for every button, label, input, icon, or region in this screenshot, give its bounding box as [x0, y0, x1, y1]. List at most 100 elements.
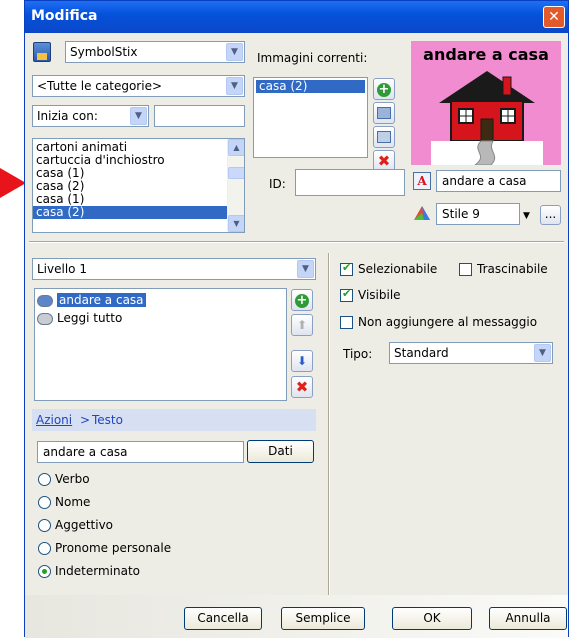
window-title: Modifica	[31, 8, 98, 24]
id-label: ID:	[269, 177, 286, 191]
symbol-preview: andare a casa	[411, 41, 561, 165]
style-select[interactable]: Stile 9	[436, 203, 520, 225]
word-type-radio[interactable]	[38, 519, 51, 532]
chevron-down-icon[interactable]: ▼	[228, 215, 244, 232]
style-more-button[interactable]: ...	[540, 205, 561, 225]
clear-button[interactable]: Cancella	[184, 607, 262, 630]
add-action-button[interactable]: +	[291, 289, 313, 311]
chevron-down-icon[interactable]: ▼	[130, 107, 147, 125]
breadcrumb-separator: >	[80, 413, 91, 427]
style-value: Stile 9	[442, 207, 480, 221]
symbol-set-icon	[33, 42, 51, 62]
ok-label: OK	[423, 611, 441, 625]
action-list-item[interactable]: Leggi tutto	[37, 309, 284, 327]
action-label: andare a casa	[57, 293, 146, 307]
chevron-down-icon[interactable]: ▼	[534, 344, 551, 362]
cancel-button[interactable]: Annulla	[489, 607, 567, 630]
level-value: Livello 1	[37, 262, 87, 276]
word-type-radio[interactable]	[38, 542, 51, 555]
arrow-up-icon: ⬆	[296, 318, 308, 332]
clear-label: Cancella	[197, 611, 249, 625]
no-add-label: Non aggiungere al messaggio	[358, 315, 538, 329]
starts-with-value: Inizia con:	[37, 109, 98, 123]
action-text-input[interactable]: andare a casa	[37, 441, 244, 463]
symbol-set-select[interactable]: SymbolStix ▼	[65, 41, 245, 63]
house-picture	[431, 71, 543, 165]
chevron-down-icon[interactable]: ▼	[226, 43, 243, 61]
cancel-label: Annulla	[505, 611, 551, 625]
simple-label: Semplice	[295, 611, 351, 625]
ok-button[interactable]: OK	[392, 607, 472, 630]
palette-icon	[414, 206, 430, 220]
starts-with-select[interactable]: Inizia con: ▼	[32, 105, 149, 127]
delete-action-button[interactable]: ✖	[291, 376, 313, 398]
breadcrumb-link-actions[interactable]: Azioni	[36, 413, 72, 427]
breadcrumb-current: Testo	[92, 413, 123, 427]
visible-checkbox[interactable]	[340, 287, 353, 302]
type-label: Tipo:	[343, 347, 373, 361]
selectable-checkbox[interactable]	[340, 261, 353, 276]
move-up-button[interactable]: ⬆	[291, 314, 313, 336]
divider	[29, 241, 564, 243]
word-type-radio[interactable]	[38, 473, 51, 486]
chevron-down-icon[interactable]: ▼	[297, 260, 314, 278]
current-images-label: Immagini correnti:	[257, 51, 368, 65]
word-list[interactable]: cartoni animati cartuccia d'inchiostro cas…	[32, 138, 245, 233]
simple-button[interactable]: Semplice	[281, 607, 365, 630]
move-down-button[interactable]: ⬇	[291, 350, 313, 372]
chevron-down-icon[interactable]: ▼	[226, 77, 243, 95]
word-type-label: Indeterminato	[55, 564, 140, 578]
pointer-arrow-icon	[0, 168, 26, 198]
draggable-checkbox[interactable]	[459, 263, 472, 276]
style-dropdown-icon[interactable]: ▼	[523, 211, 530, 221]
current-image-item[interactable]: casa (2)	[256, 80, 365, 93]
category-value: <Tutte le categorie>	[37, 79, 163, 93]
visible-label: Visibile	[358, 288, 401, 302]
action-text-value: andare a casa	[43, 445, 128, 459]
delete-icon: ✖	[295, 378, 309, 396]
actions-list[interactable]: andare a casa Leggi tutto	[34, 288, 287, 401]
plus-icon: +	[295, 293, 309, 308]
image-edit-icon	[377, 131, 391, 143]
breadcrumb: Azioni > Testo	[32, 409, 316, 431]
style-more-label: ...	[544, 207, 557, 221]
image-folder-icon	[377, 107, 391, 119]
word-type-radio[interactable]	[38, 496, 51, 509]
word-list-scrollbar[interactable]: ▲ ▼	[227, 139, 244, 232]
plus-icon: +	[377, 82, 391, 97]
word-type-label: Pronome personale	[55, 541, 172, 555]
type-select[interactable]: Standard ▼	[389, 342, 553, 364]
text-style-icon: A	[413, 172, 431, 190]
symbol-text-input[interactable]: andare a casa	[436, 170, 561, 192]
category-select[interactable]: <Tutte le categorie> ▼	[32, 75, 245, 97]
no-add-checkbox[interactable]	[340, 316, 353, 329]
action-label: Leggi tutto	[57, 311, 123, 325]
data-button[interactable]: Dati	[247, 440, 314, 463]
speaker-icon	[37, 312, 53, 325]
action-list-item[interactable]: andare a casa	[37, 291, 284, 309]
arrow-down-icon: ⬇	[296, 354, 308, 368]
delete-icon: ✖	[377, 152, 391, 170]
draggable-label: Trascinabile	[477, 262, 548, 276]
word-type-radio[interactable]	[38, 565, 51, 578]
scroll-thumb[interactable]	[228, 167, 244, 179]
word-type-label: Verbo	[55, 472, 90, 486]
edit-dialog: Modifica ✕ SymbolStix ▼ <Tutte le catego…	[24, 0, 569, 638]
word-type-label: Nome	[55, 495, 91, 509]
level-select[interactable]: Livello 1 ▼	[32, 258, 316, 280]
chevron-up-icon[interactable]: ▲	[228, 139, 244, 156]
edit-image-button[interactable]	[373, 126, 395, 148]
speech-icon	[37, 294, 53, 307]
starts-with-input[interactable]	[154, 105, 245, 127]
symbol-set-value: SymbolStix	[70, 45, 138, 59]
data-button-label: Dati	[268, 444, 293, 458]
id-input[interactable]	[295, 169, 405, 196]
type-value: Standard	[394, 346, 449, 360]
browse-image-button[interactable]	[373, 102, 395, 124]
vertical-divider	[328, 253, 330, 595]
selectable-label: Selezionabile	[358, 262, 438, 276]
current-images-list[interactable]: casa (2)	[253, 77, 368, 158]
close-icon[interactable]: ✕	[543, 6, 565, 28]
add-image-button[interactable]: +	[373, 78, 395, 100]
word-list-item[interactable]: casa (2)	[33, 206, 227, 219]
